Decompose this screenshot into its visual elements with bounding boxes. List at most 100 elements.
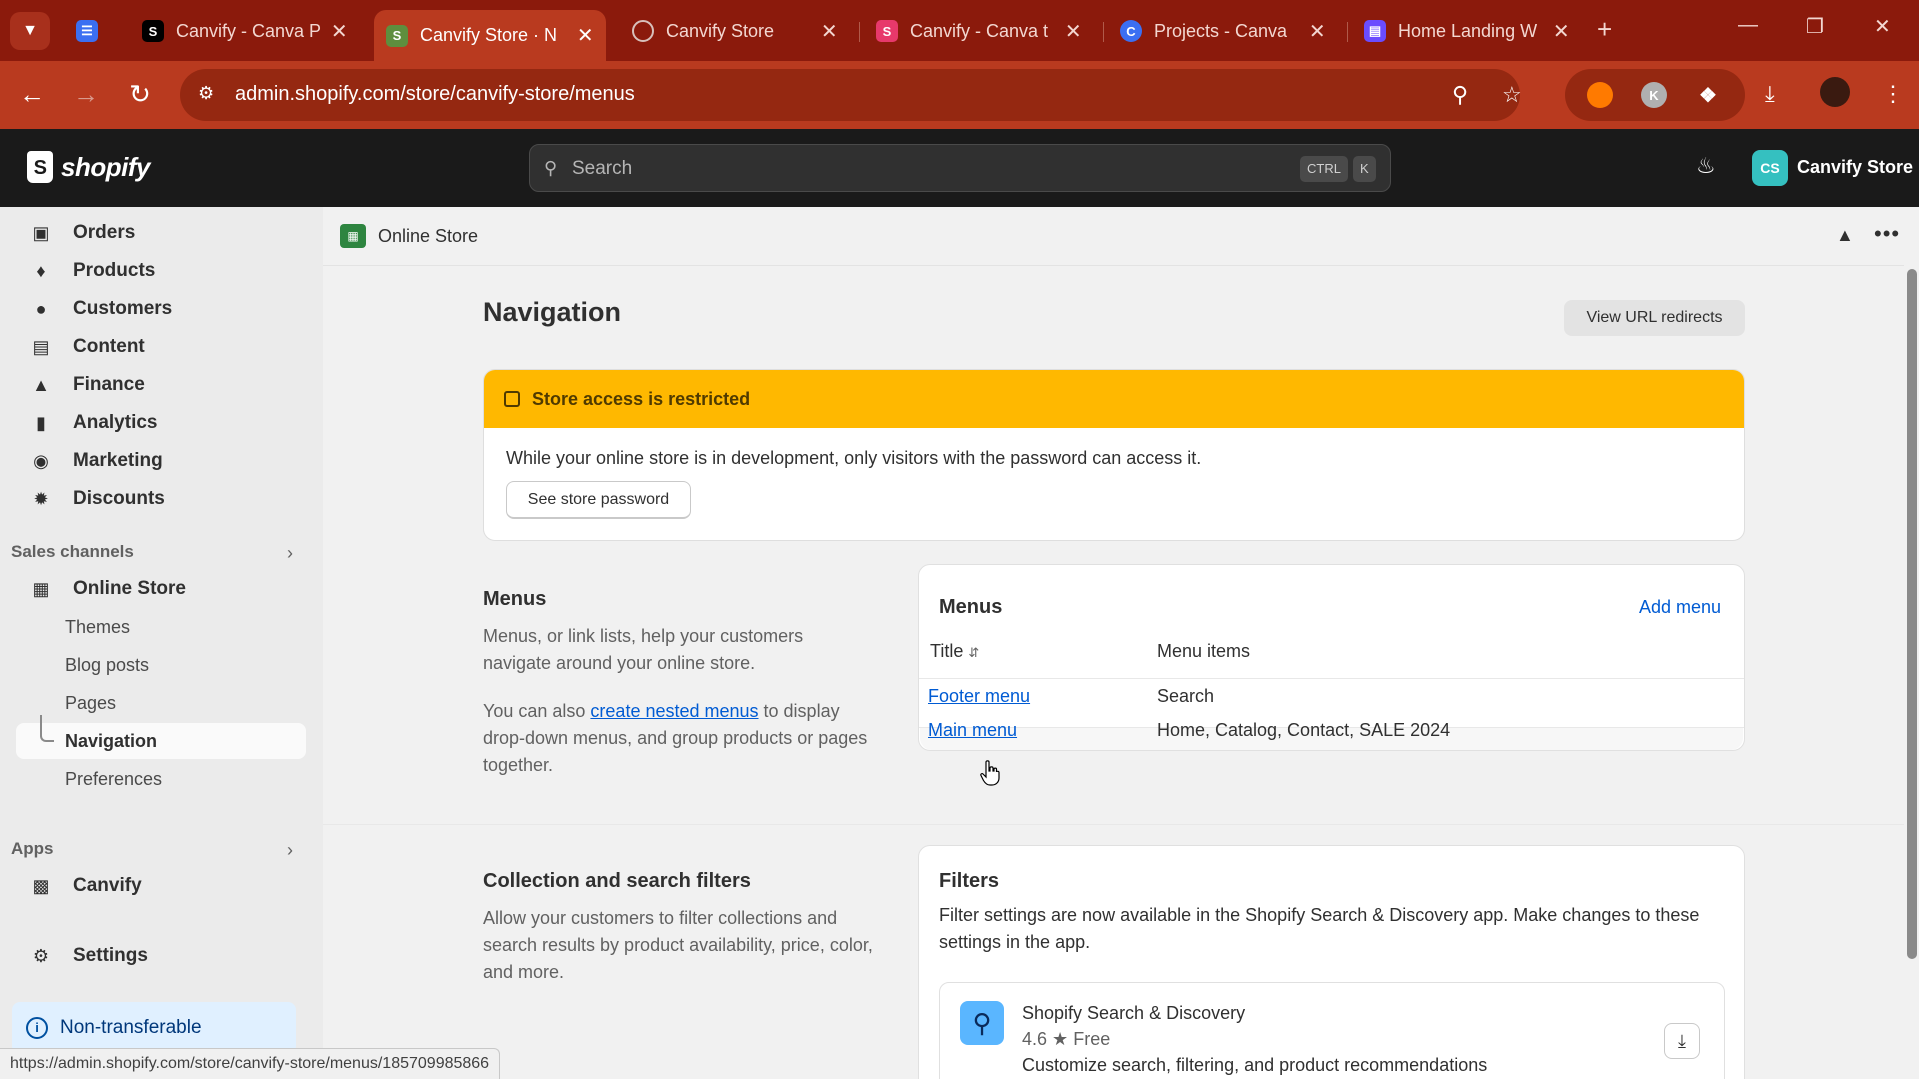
banner-body: While your online store is in developmen…	[506, 448, 1202, 468]
sales-channels-heading[interactable]: Sales channels	[11, 542, 134, 562]
sidebar-item-label: Blog posts	[65, 654, 150, 675]
sidebar-item-discounts[interactable]: ✹ Discounts	[16, 481, 306, 517]
sidebar-item-products[interactable]: ♦ Products	[16, 253, 306, 289]
download-icon[interactable]: ⤓	[1765, 81, 1775, 107]
browser-tab-bar: ▼ ☰ S Canvify - Canva P ✕ S Canvify Stor…	[0, 0, 1919, 61]
main-menu-items: Home, Catalog, Contact, SALE 2024	[1157, 720, 1451, 740]
chrome-menu-icon[interactable]: ⋮	[1882, 81, 1904, 107]
tab-canvify-store[interactable]: Canvify Store ✕	[620, 10, 850, 52]
view-url-redirects-button[interactable]: View URL redirects	[1564, 300, 1745, 336]
install-download-icon[interactable]: ⤓	[1664, 1023, 1700, 1059]
filters-section-desc: Allow your customers to filter collectio…	[483, 908, 873, 982]
main-content: ▦ Online Store ▲ ••• Navigation View URL…	[323, 207, 1919, 1079]
close-icon[interactable]: ✕	[821, 19, 838, 44]
sidebar-item-orders[interactable]: ▣ Orders	[16, 215, 306, 251]
close-icon[interactable]: ✕	[1553, 19, 1570, 44]
search-discovery-app-card[interactable]: ⚲ Shopify Search & Discovery 4.6 ★ Free …	[939, 982, 1725, 1079]
tab-canvify-canva[interactable]: S Canvify - Canva P ✕	[130, 10, 360, 52]
app-desc: Customize search, filtering, and product…	[1022, 1055, 1488, 1075]
shopify-logo[interactable]: S shopify	[27, 151, 150, 183]
footer-menu-link[interactable]: Footer menu	[928, 686, 1030, 707]
puzzle-extensions-icon[interactable]: ❖	[1695, 82, 1721, 108]
sidebar-item-finance[interactable]: ▲ Finance	[16, 367, 306, 403]
bank-icon: ▲	[32, 374, 50, 395]
sidebar-item-customers[interactable]: ● Customers	[16, 291, 306, 327]
shortcut-k: K	[1353, 156, 1376, 182]
bookmark-star-icon[interactable]: ☆	[1502, 82, 1522, 108]
close-icon[interactable]: ✕	[1065, 19, 1082, 44]
apps-heading[interactable]: Apps	[11, 839, 54, 859]
column-header-title[interactable]: Title ⇵	[930, 641, 979, 662]
sidebar-item-label: Orders	[73, 222, 136, 243]
close-icon[interactable]: ✕	[1309, 19, 1326, 44]
filters-section-title: Collection and search filters	[483, 870, 751, 892]
canvify-app-icon: ▩	[32, 875, 50, 896]
menus-section-title: Menus	[483, 588, 547, 610]
profile-k-icon[interactable]: K	[1641, 82, 1667, 108]
zoom-icon[interactable]: ⚲	[1452, 82, 1468, 108]
tab-canvify-canva-t[interactable]: S Canvify - Canva t ✕	[864, 10, 1094, 52]
add-menu-button[interactable]: Add menu	[1639, 597, 1721, 618]
star-icon: ★	[1052, 1029, 1069, 1049]
site-info-icon[interactable]: ⚙	[198, 83, 222, 107]
filters-card: Filters Filter settings are now availabl…	[918, 845, 1745, 1079]
new-tab-button[interactable]: +	[1597, 14, 1612, 45]
sidebar-item-online-store[interactable]: ▦ Online Store	[16, 571, 306, 607]
sidebar-item-content[interactable]: ▤ Content	[16, 329, 306, 365]
sidebar-item-label: Finance	[73, 374, 145, 395]
close-icon[interactable]: ✕	[331, 19, 348, 44]
forward-button[interactable]: →	[70, 79, 102, 110]
chevron-right-icon[interactable]: ›	[287, 840, 293, 861]
sidebar-item-label: Discounts	[73, 488, 165, 509]
sidebar-item-analytics[interactable]: ▮ Analytics	[16, 405, 306, 441]
online-store-icon: ▦	[340, 224, 366, 248]
more-icon[interactable]: •••	[1874, 221, 1900, 247]
tab-canvify-store-navigation[interactable]: S Canvify Store · N ✕	[374, 10, 606, 61]
tab-home-landing[interactable]: ▤ Home Landing W ✕	[1352, 10, 1582, 52]
section-divider	[323, 824, 1904, 825]
non-transferable-badge[interactable]: i Non-transferable	[12, 1002, 296, 1054]
calendar-favicon-icon: ▤	[1364, 20, 1386, 42]
pin-icon[interactable]: ▲	[1836, 225, 1854, 246]
sidebar-item-label: Marketing	[73, 450, 163, 471]
close-icon[interactable]: ✕	[576, 23, 594, 48]
extensions-group: K ❖	[1565, 69, 1745, 121]
sidebar-item-marketing[interactable]: ◉ Marketing	[16, 443, 306, 479]
chevron-right-icon[interactable]: ›	[287, 543, 293, 564]
create-nested-menus-link[interactable]: create nested menus	[590, 701, 758, 721]
restore-button[interactable]: ❐	[1806, 14, 1824, 39]
bell-icon[interactable]: ♨	[1696, 153, 1716, 179]
sidebar-item-preferences[interactable]: Preferences	[16, 761, 306, 797]
firefox-extension-icon[interactable]	[1587, 82, 1613, 108]
close-window-button[interactable]: ✕	[1874, 14, 1891, 39]
tab-label: Canvify Store · N	[420, 25, 558, 45]
tab-search-button[interactable]: ▼	[10, 12, 50, 50]
main-menu-link[interactable]: Main menu	[928, 720, 1017, 741]
banner-title: Store access is restricted	[532, 388, 751, 409]
column-header-menu-items: Menu items	[1157, 641, 1251, 661]
menus-card: Menus Add menu Title ⇵ Menu items Footer…	[918, 564, 1745, 751]
back-button[interactable]: ←	[16, 79, 48, 110]
tab-projects-canva[interactable]: C Projects - Canva ✕	[1108, 10, 1338, 52]
sidebar-item-themes[interactable]: Themes	[16, 609, 306, 645]
store-avatar[interactable]: CS	[1752, 150, 1788, 186]
sidebar-item-pages[interactable]: Pages	[16, 685, 306, 721]
scrollbar-thumb[interactable]	[1907, 269, 1917, 959]
bar-chart-icon: ▮	[36, 412, 46, 433]
minimize-button[interactable]: —	[1738, 14, 1758, 37]
user-avatar[interactable]	[1820, 77, 1850, 107]
sidebar-item-settings[interactable]: ⚙ Settings	[16, 938, 306, 974]
see-store-password-button[interactable]: See store password	[506, 481, 691, 519]
store-name[interactable]: Canvify Store	[1797, 157, 1913, 178]
tag-icon: ♦	[36, 260, 46, 281]
reload-button[interactable]: ↻	[124, 79, 156, 110]
url-bar[interactable]: ⚙ admin.shopify.com/store/canvify-store/…	[180, 69, 1522, 121]
sidebar-item-canvify[interactable]: ▩ Canvify	[16, 868, 306, 904]
breadcrumb[interactable]: ▦ Online Store	[340, 224, 478, 248]
search-input[interactable]: ⚲ Search CTRL K	[529, 144, 1391, 192]
sidebar-item-navigation[interactable]: Navigation	[16, 715, 306, 759]
sidebar-item-blog-posts[interactable]: Blog posts	[16, 647, 306, 683]
tab-label: Canvify Store	[666, 20, 775, 41]
discount-icon: ✹	[33, 488, 49, 509]
store-restricted-banner: Store access is restricted While your on…	[483, 369, 1745, 541]
